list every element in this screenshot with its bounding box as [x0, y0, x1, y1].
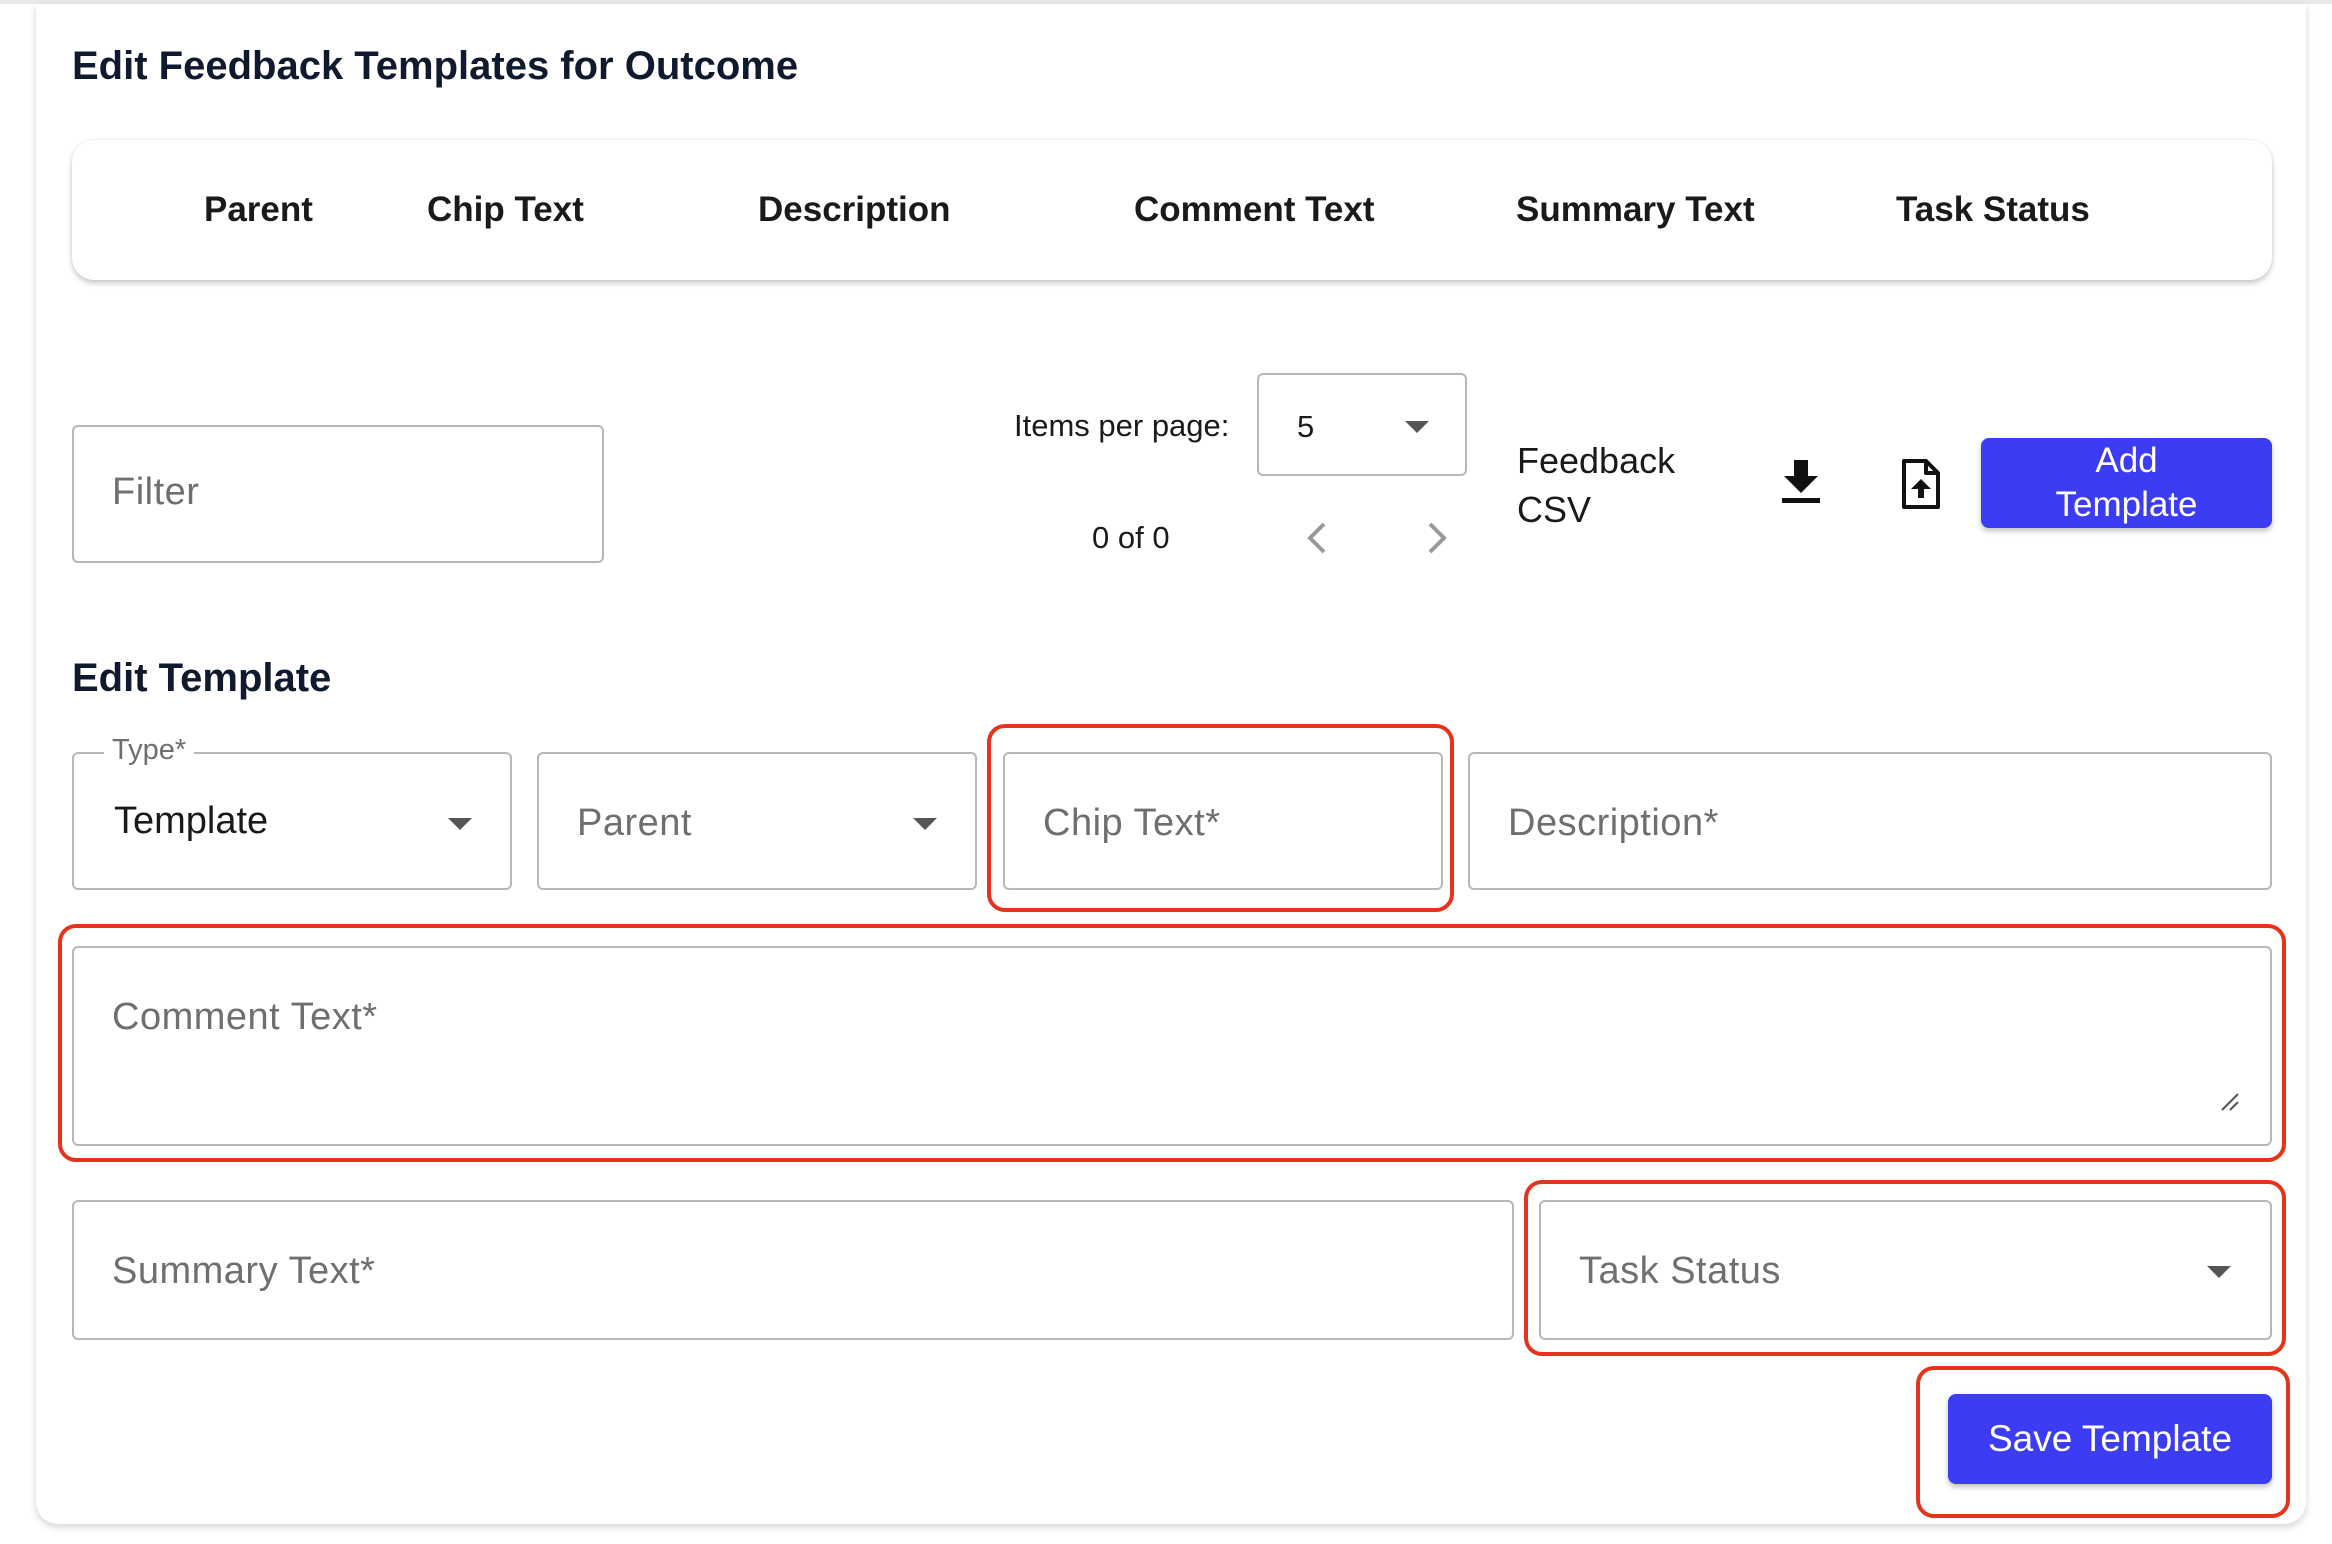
filter-placeholder: Filter: [112, 471, 200, 513]
edit-template-heading: Edit Template: [72, 656, 332, 700]
next-page-icon[interactable]: [1422, 518, 1452, 558]
summary-text-placeholder: Summary Text*: [112, 1250, 376, 1292]
highlight-save-template: [1916, 1366, 2290, 1518]
chevron-down-icon: [913, 818, 937, 830]
parent-placeholder: Parent: [577, 802, 692, 844]
parent-select[interactable]: Parent: [537, 752, 977, 890]
items-per-page-label: Items per page:: [1014, 408, 1230, 443]
items-per-page-value: 5: [1297, 409, 1315, 444]
description-input[interactable]: Description*: [1468, 752, 2272, 890]
pagination-range: 0 of 0: [1092, 520, 1170, 555]
items-per-page-select[interactable]: 5: [1257, 373, 1467, 476]
highlight-chip-text: [987, 724, 1454, 912]
chevron-down-icon: [1405, 421, 1429, 433]
summary-text-input[interactable]: Summary Text*: [72, 1200, 1514, 1340]
column-header-chip-text[interactable]: Chip Text: [427, 190, 584, 230]
type-value: Template: [114, 800, 269, 842]
add-template-button[interactable]: Add Template: [1981, 438, 2272, 528]
column-header-comment-text[interactable]: Comment Text: [1134, 190, 1375, 230]
page-title: Edit Feedback Templates for Outcome: [72, 44, 799, 88]
column-header-description[interactable]: Description: [758, 190, 951, 230]
column-header-summary-text[interactable]: Summary Text: [1516, 190, 1755, 230]
highlight-comment-text: [58, 924, 2286, 1162]
filter-input[interactable]: Filter: [72, 425, 604, 563]
previous-page-icon[interactable]: [1302, 518, 1332, 558]
chevron-down-icon: [448, 818, 472, 830]
highlight-task-status: [1524, 1180, 2286, 1356]
type-label: Type*: [104, 734, 195, 767]
type-select[interactable]: Template: [72, 752, 512, 890]
column-header-task-status[interactable]: Task Status: [1896, 190, 2090, 230]
download-icon[interactable]: [1780, 458, 1822, 506]
description-placeholder: Description*: [1508, 802, 1719, 844]
upload-file-icon[interactable]: [1900, 458, 1942, 510]
column-header-parent[interactable]: Parent: [204, 190, 313, 230]
feedback-csv-label: Feedback CSV: [1517, 440, 1676, 530]
